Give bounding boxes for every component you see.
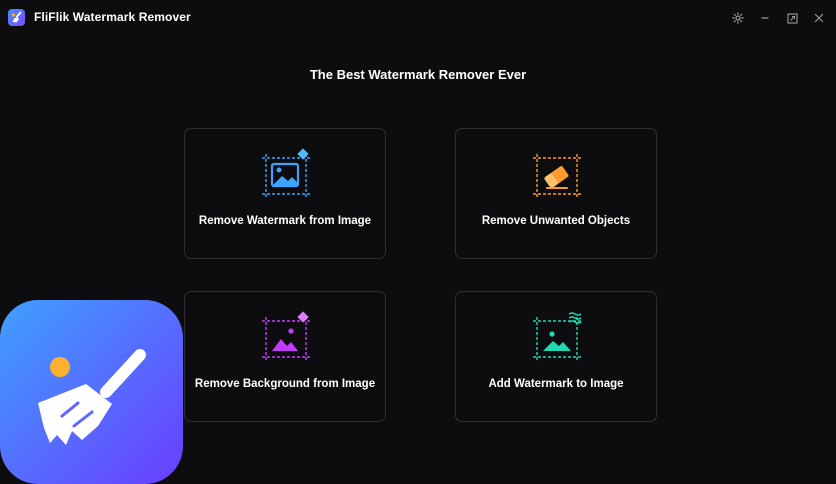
add-watermark-card[interactable]: Add Watermark to Image [455, 291, 657, 422]
page-headline: The Best Watermark Remover Ever [309, 67, 527, 82]
remove-watermark-card[interactable]: Remove Watermark from Image [184, 128, 386, 259]
app-icon [8, 9, 25, 26]
close-icon[interactable] [810, 9, 828, 27]
app-title: FliFlik Watermark Remover [34, 10, 191, 24]
remove-background-card[interactable]: Remove Background from Image [184, 291, 386, 422]
background-image-icon [258, 311, 314, 367]
app-window: FliFlik Watermark Remover The Best Water [0, 0, 836, 484]
remove-objects-card[interactable]: Remove Unwanted Objects [455, 128, 657, 259]
watermark-image-icon [258, 148, 314, 204]
eraser-icon [529, 148, 585, 204]
card-label: Remove Unwanted Objects [481, 215, 631, 227]
minimize-icon[interactable] [756, 9, 774, 27]
card-label: Remove Background from Image [194, 378, 376, 390]
gear-icon[interactable] [729, 9, 747, 27]
card-label: Add Watermark to Image [488, 378, 624, 390]
card-label: Remove Watermark from Image [198, 215, 372, 227]
brand-logo [0, 300, 183, 484]
maximize-icon[interactable] [783, 9, 801, 27]
title-bar[interactable]: FliFlik Watermark Remover [0, 0, 836, 36]
add-watermark-icon [529, 311, 585, 367]
